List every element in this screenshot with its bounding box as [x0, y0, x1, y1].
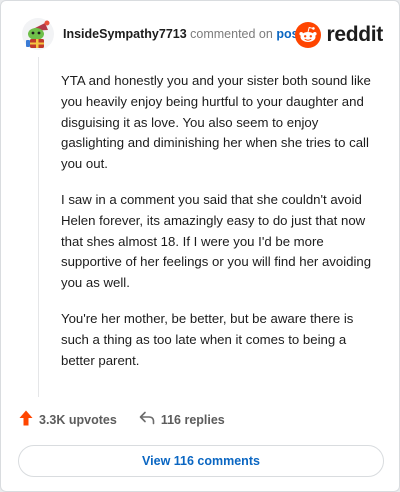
reddit-wordmark: reddit	[326, 23, 383, 46]
upvote-arrow-icon	[19, 410, 33, 431]
username-link[interactable]: InsideSympathy7713	[63, 27, 187, 41]
reply-count: 116 replies	[160, 413, 225, 427]
comment-body: YTA and honestly you and your sister bot…	[61, 71, 383, 386]
reply-arrow-icon	[139, 411, 155, 430]
reddit-snoo-icon	[295, 22, 322, 48]
user-avatar[interactable]	[21, 17, 55, 51]
comment-paragraph: You're her mother, be better, but be awa…	[61, 310, 354, 368]
view-comments-button[interactable]: View 116 comments	[18, 445, 384, 477]
thread-line[interactable]	[38, 57, 39, 397]
comment-meta: InsideSympathy7713 commented on post	[63, 27, 303, 41]
upvote-count: 3.3K upvotes	[39, 413, 117, 427]
comment-paragraph: I saw in a comment you said that she cou…	[61, 191, 372, 291]
commented-on-text: commented on	[190, 27, 273, 41]
reply-button[interactable]: 116 replies	[139, 411, 225, 430]
comment-header: InsideSympathy7713 commented on post red…	[21, 17, 385, 53]
comment-actions: 3.3K upvotes 116 replies	[19, 409, 247, 431]
comment-paragraph: YTA and honestly you and your sister bot…	[61, 73, 371, 172]
reddit-brand[interactable]: reddit	[295, 21, 383, 49]
comment-card: InsideSympathy7713 commented on post red…	[0, 0, 400, 492]
upvote-button[interactable]: 3.3K upvotes	[19, 410, 117, 431]
